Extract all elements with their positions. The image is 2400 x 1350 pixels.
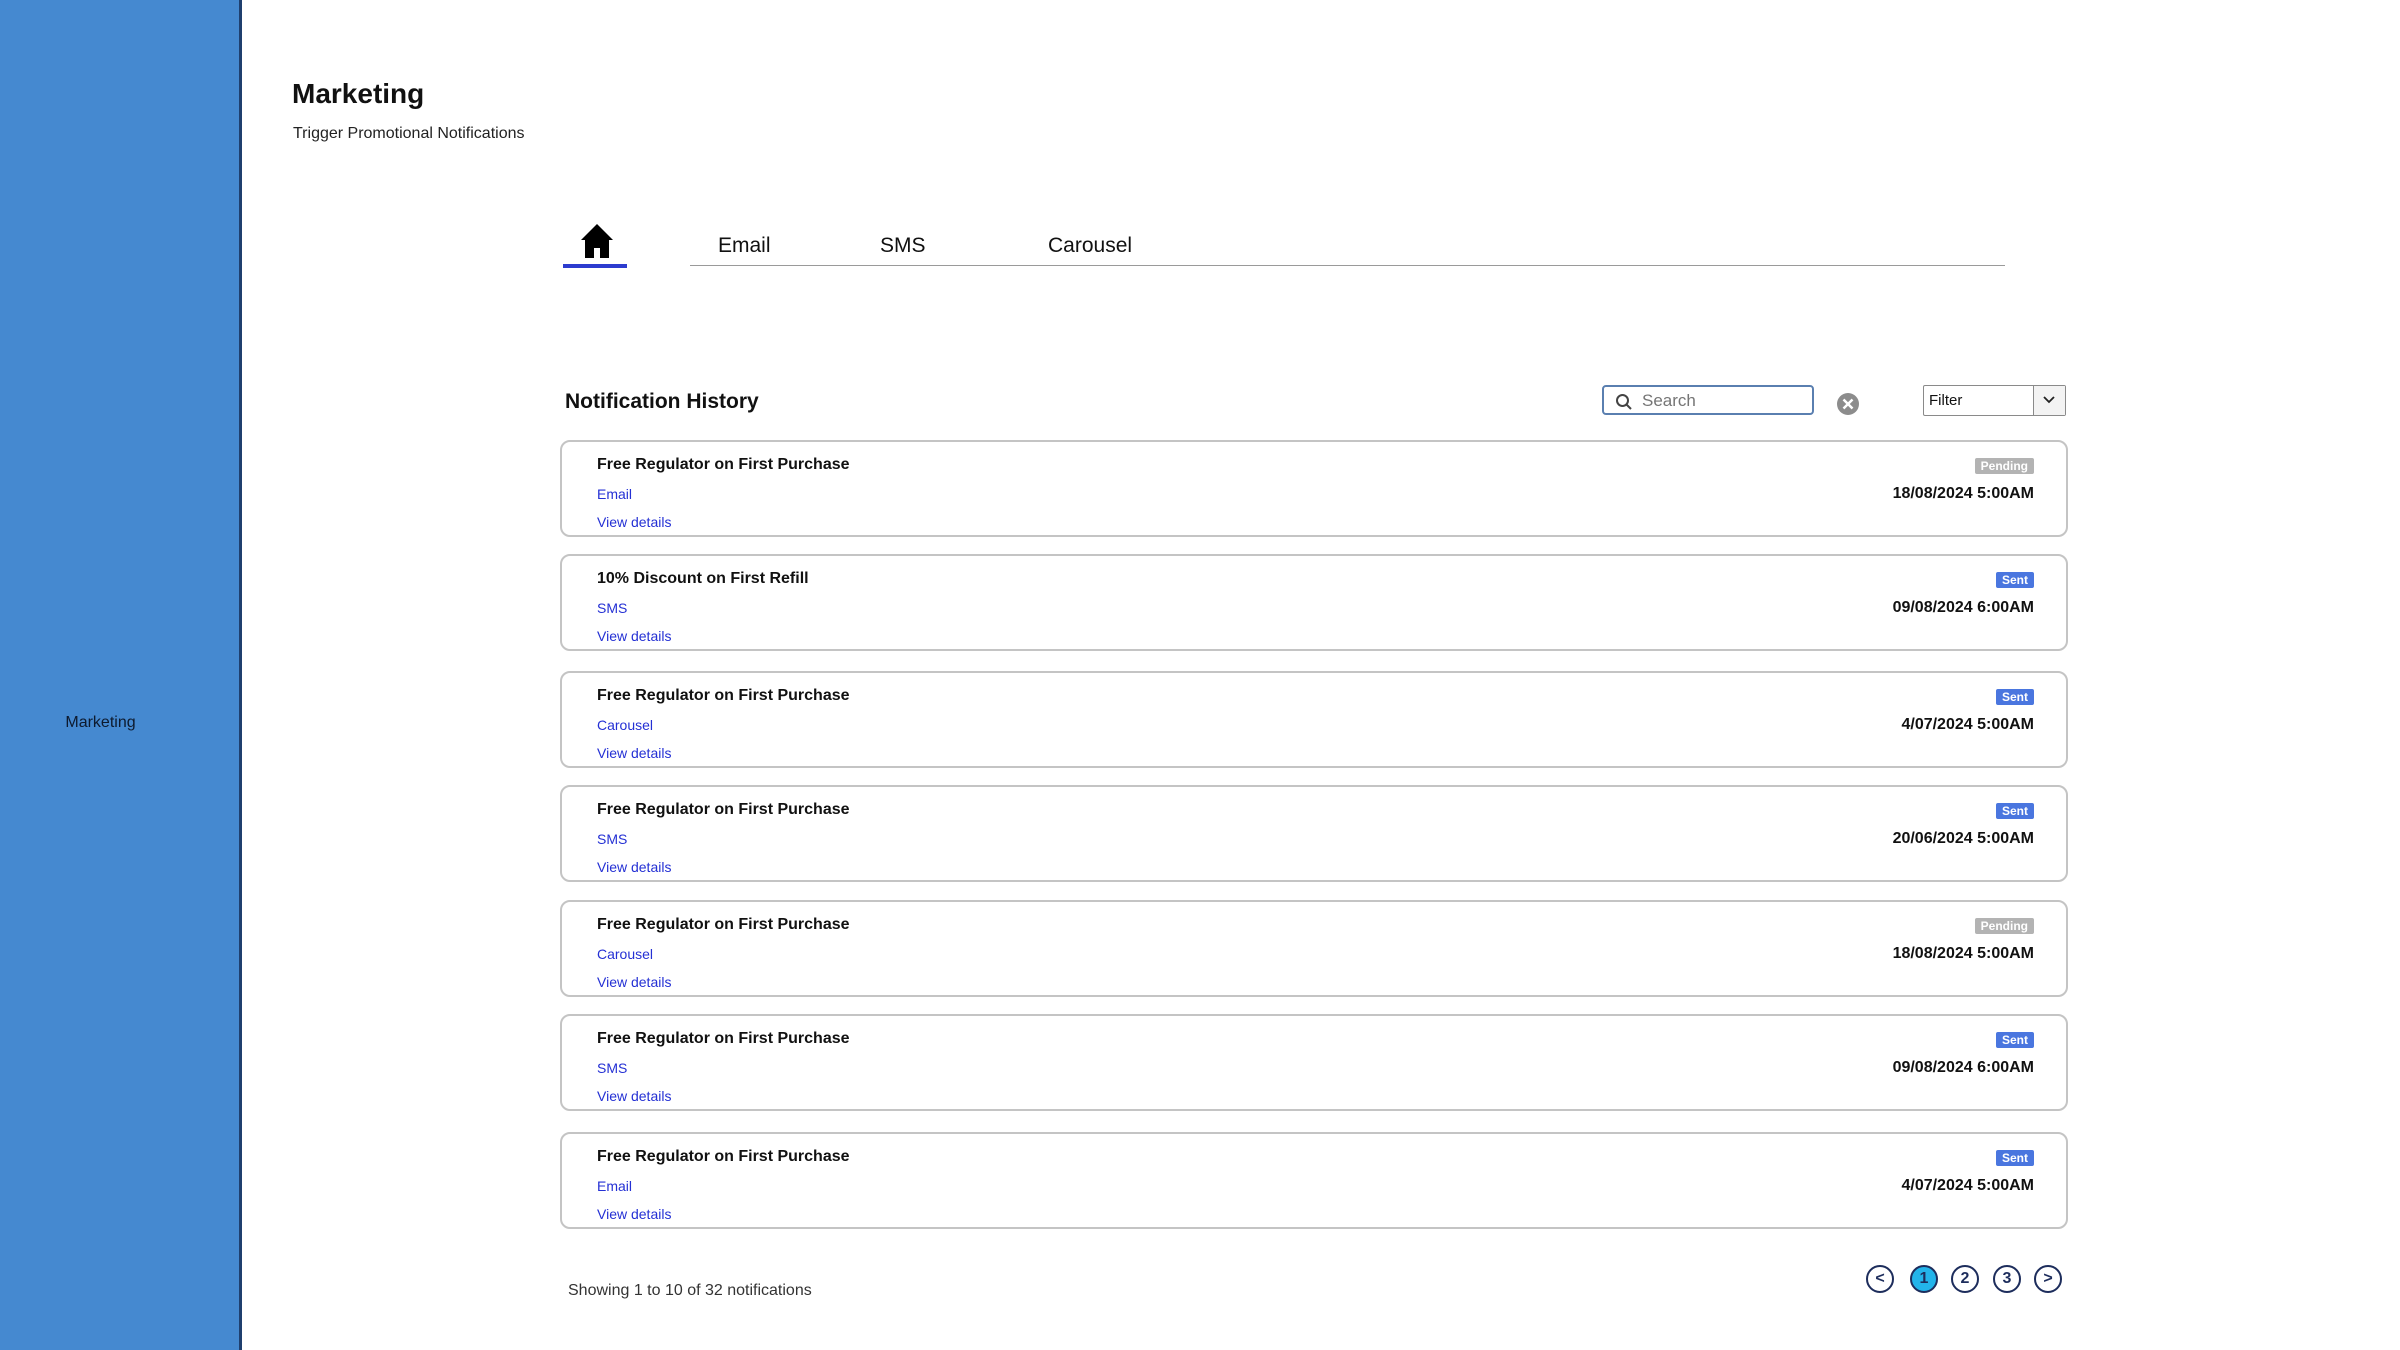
- page-subtitle: Trigger Promotional Notifications: [293, 125, 525, 142]
- notification-channel: SMS: [597, 1060, 628, 1076]
- notification-channel: Carousel: [597, 946, 654, 962]
- notification-date: 4/07/2024 5:00AM: [1901, 716, 2034, 733]
- search-icon: [1616, 394, 1632, 410]
- sidebar: Marketing: [0, 0, 242, 1350]
- filter-select[interactable]: Filter: [1923, 385, 2066, 416]
- clear-icon: [1837, 393, 1859, 415]
- clear-search-button[interactable]: [1836, 392, 1860, 416]
- tab-divider: [690, 265, 2005, 266]
- pagination-summary: Showing 1 to 10 of 32 notifications: [568, 1282, 812, 1299]
- notification-channel: Email: [597, 486, 633, 502]
- search-input[interactable]: [1640, 390, 1809, 412]
- home-icon: [581, 224, 613, 258]
- view-details-link[interactable]: View details: [597, 1088, 671, 1104]
- status-badge: Sent: [1995, 572, 2034, 588]
- view-details-link[interactable]: View details: [597, 514, 671, 530]
- notification-title: Free Regulator on First Purchase: [597, 916, 850, 933]
- pagination-prev-button[interactable]: <: [1866, 1265, 1894, 1293]
- view-details-link[interactable]: View details: [597, 1206, 671, 1222]
- active-tab-indicator: [563, 264, 627, 268]
- notification-date: 09/08/2024 6:00AM: [1892, 1059, 2034, 1076]
- status-badge: Pending: [1974, 918, 2034, 934]
- view-details-link[interactable]: View details: [597, 628, 671, 644]
- notification-channel: Carousel: [597, 717, 654, 733]
- notification-title: Free Regulator on First Purchase: [597, 687, 850, 704]
- search-box[interactable]: [1602, 385, 1814, 415]
- notification-card: Free Regulator on First Purchase Email Vie…: [560, 1132, 2068, 1229]
- notification-date: 09/08/2024 6:00AM: [1892, 599, 2034, 616]
- page-title: Marketing: [292, 78, 425, 109]
- pagination-page-2[interactable]: 2: [1951, 1265, 1979, 1293]
- status-badge: Sent: [1995, 689, 2034, 705]
- view-details-link[interactable]: View details: [597, 859, 671, 875]
- tab-carousel[interactable]: Carousel: [1048, 234, 1132, 258]
- notification-date: 18/08/2024 5:00AM: [1892, 485, 2034, 502]
- notification-title: 10% Discount on First Refill: [597, 570, 809, 587]
- view-details-link[interactable]: View details: [597, 745, 671, 761]
- notification-date: 20/06/2024 5:00AM: [1892, 830, 2034, 847]
- filter-label: Filter: [1929, 392, 1963, 409]
- notification-title: Free Regulator on First Purchase: [597, 801, 850, 818]
- notification-title: Free Regulator on First Purchase: [597, 1030, 850, 1047]
- status-badge: Sent: [1995, 1150, 2034, 1166]
- tab-home[interactable]: [563, 218, 627, 268]
- notification-title: Free Regulator on First Purchase: [597, 456, 850, 473]
- notification-date: 18/08/2024 5:00AM: [1892, 945, 2034, 962]
- notification-card: Free Regulator on First Purchase Carousel…: [560, 671, 2068, 768]
- notification-card: Free Regulator on First Purchase Email Vie…: [560, 440, 2068, 537]
- pagination-page-3[interactable]: 3: [1993, 1265, 2021, 1293]
- sidebar-item-marketing[interactable]: Marketing: [0, 714, 201, 732]
- notification-card: Free Regulator on First Purchase Carousel…: [560, 900, 2068, 997]
- notification-card: Free Regulator on First Purchase SMS View …: [560, 1014, 2068, 1111]
- status-badge: Pending: [1974, 458, 2034, 474]
- notification-date: 4/07/2024 5:00AM: [1901, 1177, 2034, 1194]
- chevron-down-icon: [2043, 396, 2055, 404]
- tab-sms[interactable]: SMS: [880, 234, 926, 258]
- notification-card: 10% Discount on First Refill SMS View deta…: [560, 554, 2068, 651]
- notification-title: Free Regulator on First Purchase: [597, 1148, 850, 1165]
- status-badge: Sent: [1995, 1032, 2034, 1048]
- notification-card: Free Regulator on First Purchase SMS View …: [560, 785, 2068, 882]
- pagination-page-1[interactable]: 1: [1910, 1265, 1938, 1293]
- pagination-next-button[interactable]: >: [2034, 1265, 2062, 1293]
- notification-channel: SMS: [597, 831, 628, 847]
- tab-email[interactable]: Email: [718, 234, 771, 258]
- status-badge: Sent: [1995, 803, 2034, 819]
- notification-channel: Email: [597, 1178, 633, 1194]
- section-title: Notification History: [565, 390, 759, 413]
- notification-channel: SMS: [597, 600, 628, 616]
- filter-dropdown-button[interactable]: [2033, 386, 2065, 415]
- view-details-link[interactable]: View details: [597, 974, 671, 990]
